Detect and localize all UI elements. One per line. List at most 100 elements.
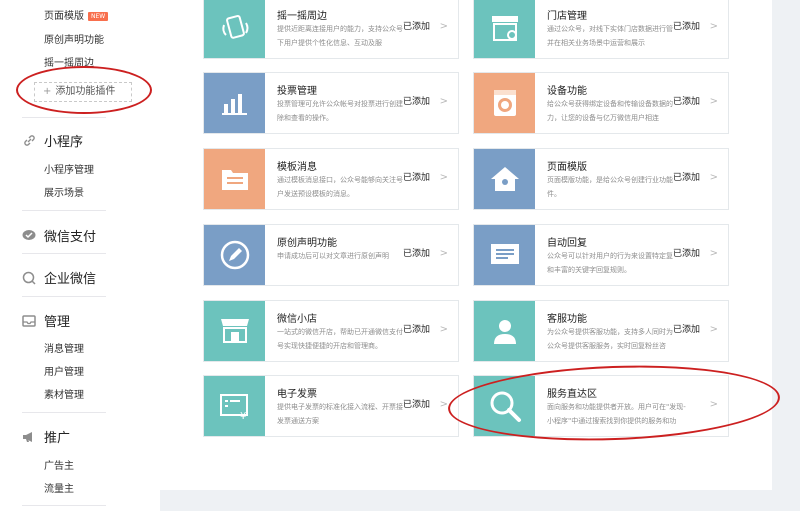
chevron-right-icon: > [439,324,448,335]
divider [22,505,106,506]
customer-service-icon [474,301,535,361]
home-icon [474,149,535,209]
card-title: 投票管理 [277,86,317,97]
sidebar-item-display-scene[interactable]: 展示场景 [44,184,84,199]
section-label: 推广 [44,431,71,446]
link-icon [22,134,36,148]
card-desc: 面向服务和功能提供者开放。用户可在"发现-小程序"中通过搜索找到你提供的服务和功 [547,403,686,425]
chevron-right-icon: > [439,172,448,183]
sidebar-item-original-declaration[interactable]: 原创声明功能 [44,31,104,46]
sidebar-item-advertiser[interactable]: 广告主 [44,457,74,472]
added-status: 已添加 [403,322,431,335]
added-status: 已添加 [673,19,701,32]
plugin-card-shake[interactable]: 摇一摇周边 提供近距离连接用户的能力，支持公众号为线下用户提供个性化信息、互动及… [203,0,459,59]
shake-phone-icon [204,0,265,58]
sidebar-item-page-template[interactable]: 页面模版 NEW [44,7,109,22]
sidebar-section-mini-program[interactable]: 小程序 [22,131,83,150]
card-title: 微信小店 [277,314,317,325]
sidebar-item-mini-program-manage[interactable]: 小程序管理 [44,161,94,176]
card-desc: 公众号可以针对用户的行为来设置特定复内容和丰富的关键字回复规则。 [547,252,687,274]
plugin-card-original-declaration[interactable]: 原创声明功能 申请成功后可以对文章进行原创声明 已添加 > [203,224,459,286]
plugin-card-auto-reply[interactable]: 自动回复 公众号可以针对用户的行为来设置特定复内容和丰富的关键字回复规则。 已添… [473,224,729,286]
add-plugin-button[interactable]: + 添加功能插件 [34,82,132,102]
plugin-card-e-invoice[interactable]: ¥ 电子发票 提供电子发票的标准化接入流程、开票接口和发票通送方案 已添加 > [203,375,459,437]
card-desc: 提供近距离连接用户的能力，支持公众号为线下用户提供个性化信息、互动及服 [277,25,417,47]
plugin-card-template-message[interactable]: 模板消息 通过模板消息接口，公众号能够向关注号的用户发送预设模板的消息。 已添加… [203,148,459,210]
inbox-icon [22,314,36,328]
added-status: 已添加 [403,19,431,32]
chevron-right-icon: > [439,248,448,259]
plus-icon: + [43,86,52,97]
plugin-card-vote[interactable]: 投票管理 投票管理可允许公众帐号对投票进行创建、删除和查看的操作。 已添加 > [203,72,459,134]
sidebar-item-user-manage[interactable]: 用户管理 [44,363,84,378]
sidebar-item-label: 原创声明功能 [44,35,104,46]
section-label: 企业微信 [44,272,97,287]
card-title: 门店管理 [547,11,587,22]
added-status: 已添加 [403,246,431,259]
sidebar-item-label: 摇一摇周边 [44,58,94,69]
card-title: 客服功能 [547,314,587,325]
card-desc: 通过公众号，对线下实体门店数据进行管理，并在相关业务场景中运营和展示 [547,25,687,47]
sidebar-item-material-manage[interactable]: 素材管理 [44,386,84,401]
card-title: 服务直达区 [547,389,597,400]
sidebar-section-promotion[interactable]: 推广 [22,427,70,446]
sidebar-section-enterprise-wechat[interactable]: 企业微信 [22,268,96,287]
divider [22,210,106,211]
sidebar-item-message-manage[interactable]: 消息管理 [44,340,84,355]
folder-icon [204,149,265,209]
card-desc: 申请成功后可以对文章进行原创声明 [277,252,389,260]
divider [22,296,106,297]
divider [22,253,106,254]
message-icon [474,225,535,285]
card-title: 自动回复 [547,238,587,249]
sidebar-item-traffic-owner[interactable]: 流量主 [44,480,74,495]
plugin-card-service-direct[interactable]: 服务直达区 面向服务和功能提供者开放。用户可在"发现-小程序"中通过搜索找到你提… [473,375,729,437]
section-label: 管理 [44,315,71,330]
megaphone-icon [22,430,36,444]
chevron-right-icon: > [709,96,718,107]
bar-chart-icon [204,73,265,133]
chevron-right-icon: > [709,399,718,410]
section-label: 微信支付 [44,230,97,245]
chevron-right-icon: > [439,399,448,410]
pencil-circle-icon [204,225,265,285]
card-title: 摇一摇周边 [277,11,327,22]
plugin-card-store[interactable]: 门店管理 通过公众号，对线下实体门店数据进行管理，并在相关业务场景中运营和展示 … [473,0,729,59]
chevron-right-icon: > [439,96,448,107]
card-desc: 投票管理可允许公众帐号对投票进行创建、删除和查看的操作。 [277,100,417,122]
sidebar-item-shake-nearby[interactable]: 摇一摇周边 [44,54,94,69]
card-title: 设备功能 [547,86,587,97]
card-title: 原创声明功能 [277,238,337,249]
card-title: 页面模版 [547,162,587,173]
card-desc: 一站式的微信开店，帮助已开通微信支付公众号实现快捷便捷的开店和管理商。 [277,328,417,350]
added-status: 已添加 [403,94,431,107]
plugin-card-customer-service[interactable]: 客服功能 为公众号提供客服功能，支持多人同时为一个公众号提供客服服务，实时回复粉… [473,300,729,362]
added-status: 已添加 [403,170,431,183]
plugin-card-page-template[interactable]: 页面模版 页面模版功能，是给公众号创建行业功能插件。 已添加 > [473,148,729,210]
wechat-pay-icon [22,229,36,243]
plugin-card-device[interactable]: 设备功能 给公众号获得绑定设备和传输设备数据的能力，让您的设备与亿万微信用户相连… [473,72,729,134]
sidebar-section-manage[interactable]: 管理 [22,311,70,330]
chevron-right-icon: > [709,248,718,259]
card-desc: 页面模版功能，是给公众号创建行业功能插件。 [547,176,680,198]
card-desc: 提供电子发票的标准化接入流程、开票接口和发票通送方案 [277,403,417,425]
sidebar-section-wechat-pay[interactable]: 微信支付 [22,226,96,245]
chevron-right-icon: > [709,172,718,183]
card-desc: 给公众号获得绑定设备和传输设备数据的能力，让您的设备与亿万微信用户相连 [547,100,680,122]
sidebar-item-label: 页面模版 [44,11,84,22]
added-status: 已添加 [673,322,701,335]
plugin-panel: 摇一摇周边 提供近距离连接用户的能力，支持公众号为线下用户提供个性化信息、互动及… [160,0,772,490]
enterprise-wechat-icon [22,271,36,285]
svg-text:¥: ¥ [240,411,246,421]
section-label: 小程序 [44,135,84,150]
added-status: 已添加 [673,246,701,259]
chevron-right-icon: > [709,324,718,335]
plugin-card-wechat-shop[interactable]: 微信小店 一站式的微信开店，帮助已开通微信支付公众号实现快捷便捷的开店和管理商。… [203,300,459,362]
card-desc: 通过模板消息接口，公众号能够向关注号的用户发送预设模板的消息。 [277,176,417,198]
new-badge: NEW [88,12,109,21]
chevron-right-icon: > [709,21,718,32]
divider [22,117,106,118]
added-status: 已添加 [673,170,701,183]
added-status: 已添加 [673,94,701,107]
store-icon [474,0,535,58]
